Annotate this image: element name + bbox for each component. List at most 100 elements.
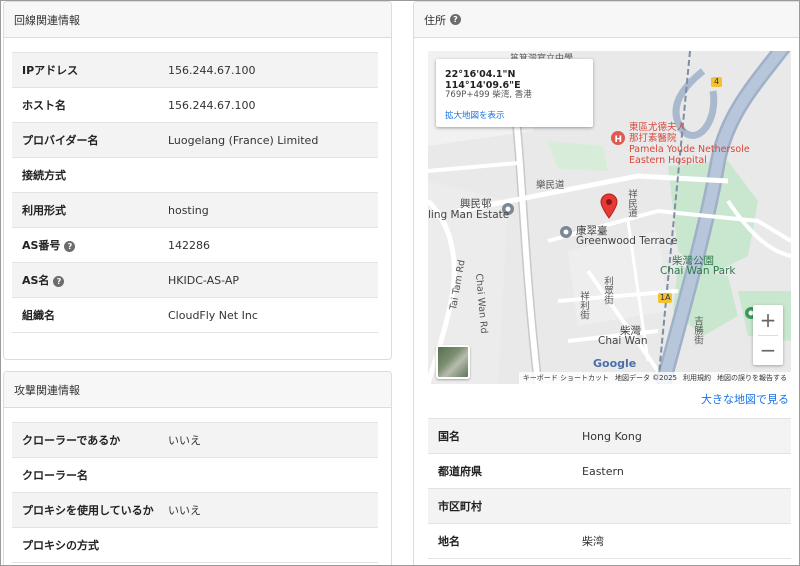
table-row: AS名? HKIDC-AS-AP xyxy=(12,262,378,298)
row-value-cell: いいえ xyxy=(168,422,378,458)
map-plus-code: 769P+499 柴湾, 香港 xyxy=(445,90,532,100)
map-info-box: 22°16'04.1"N 114°14'09.6"E 769P+499 柴湾, … xyxy=(436,59,593,127)
row-label-cell: 接続方式 xyxy=(12,157,168,193)
row-value: Luogelang (France) Limited xyxy=(168,133,319,147)
row-label: プロキシを使用しているか xyxy=(22,504,154,517)
row-value: Eastern xyxy=(582,464,624,478)
row-value-cell xyxy=(168,457,378,493)
enlarge-map-link[interactable]: 拡大地図を表示 xyxy=(445,109,505,121)
row-value-cell: Eastern xyxy=(582,453,791,489)
table-row: プロキシを使用しているか いいえ xyxy=(12,492,378,528)
terms-link[interactable]: 利用規約 xyxy=(683,373,711,383)
row-label: クローラーであるか xyxy=(22,434,121,447)
help-icon[interactable]: ? xyxy=(53,276,65,287)
table-row: IPアドレス 156.244.67.100 xyxy=(12,52,378,88)
google-logo: Google xyxy=(593,357,637,370)
zoom-out-button[interactable]: − xyxy=(753,335,783,365)
big-map-link[interactable]: 大きな地図で見る xyxy=(701,391,789,407)
attack-info-card: 攻撃関連情報 クローラーであるか いいえ クローラー名 プロキシを使用しているか いいえ… xyxy=(3,371,392,565)
address-table: 国名 Hong Kong 都道府県 Eastern 市区町村 地名 柴湾 xyxy=(428,418,791,559)
hospital-name-line3: Pamela Youde Nethersole xyxy=(629,144,750,155)
map-attribution: キーボード ショートカット 地図データ ©2025 利用規約 地図の誤りを報告す… xyxy=(518,372,791,384)
road xyxy=(510,90,541,384)
row-label-cell: クローラー名 xyxy=(12,457,168,493)
row-value: Hong Kong xyxy=(582,429,642,443)
row-value: 156.244.67.100 xyxy=(168,98,256,112)
svg-text:H: H xyxy=(615,135,623,145)
location-pin-icon[interactable] xyxy=(600,193,618,219)
zoom-control: + − xyxy=(753,305,783,365)
row-label: ホスト名 xyxy=(22,99,66,112)
row-value: 柴湾 xyxy=(582,535,604,548)
satellite-toggle-button[interactable] xyxy=(436,345,470,379)
hospital-name-line2: 那打素醫院 xyxy=(629,133,677,144)
help-icon[interactable]: ? xyxy=(450,14,461,25)
row-value-cell: hosting xyxy=(168,192,378,228)
page-frame: 回線関連情報 IPアドレス 156.244.67.100 ホスト名 156.244.6… xyxy=(0,0,800,566)
hospital-name-line4: Eastern Hospital xyxy=(629,155,707,166)
map-label-terrace-en: Greenwood Terrace xyxy=(576,235,678,247)
row-label-cell: ホスト名 xyxy=(12,87,168,123)
row-label-cell: 組織名 xyxy=(12,297,168,333)
table-row: AS番号? 142286 xyxy=(12,227,378,263)
row-label-cell: クローラーであるか xyxy=(12,422,168,458)
row-value-cell: 156.244.67.100 xyxy=(168,52,378,88)
row-label-cell: AS名? xyxy=(12,262,168,298)
table-row: 国名 Hong Kong xyxy=(428,418,791,454)
row-label-cell: プロバイダー名 xyxy=(12,122,168,158)
map-label-estate-en: ling Man Estate xyxy=(428,209,510,221)
row-label: 利用形式 xyxy=(22,204,66,217)
table-row: 組織名 CloudFly Net Inc xyxy=(12,297,378,333)
row-value-cell: いいえ xyxy=(168,492,378,528)
row-value-cell: 142286 xyxy=(168,227,378,263)
row-label-cell: AS番号? xyxy=(12,227,168,263)
address-title: 住所 xyxy=(424,13,446,27)
row-label: プロキシの方式 xyxy=(22,539,99,552)
row-label: IPアドレス xyxy=(22,64,79,77)
attack-info-header: 攻撃関連情報 xyxy=(4,372,391,408)
keyboard-shortcuts-link[interactable]: キーボード ショートカット xyxy=(523,373,609,383)
map-label-street5: 吉勝街 xyxy=(692,316,703,345)
map-label-street1: 樂民道 xyxy=(536,180,565,191)
route-4-label: 4 xyxy=(714,77,720,86)
table-row: クローラー名 xyxy=(12,457,378,493)
row-label-cell: プロキシの方式 xyxy=(12,527,168,563)
row-value-cell: Luogelang (France) Limited xyxy=(168,122,378,158)
table-row: プロキシの方式 xyxy=(12,527,378,563)
map-label-street2: 祥民道 xyxy=(626,189,637,218)
map[interactable]: H 筲箕灣官立中學 東區尤德夫人 那打素醫院 Pamela Youde Neth… xyxy=(428,51,791,384)
map-data-text: 地図データ ©2025 xyxy=(614,374,677,382)
attack-info-table: クローラーであるか いいえ クローラー名 プロキシを使用しているか いいえ プロキシの方式 xyxy=(12,422,378,563)
table-row: 都道府県 Eastern xyxy=(428,453,791,489)
attack-info-title: 攻撃関連情報 xyxy=(14,383,80,397)
line-info-card: 回線関連情報 IPアドレス 156.244.67.100 ホスト名 156.244.6… xyxy=(3,1,392,360)
help-icon[interactable]: ? xyxy=(64,241,76,252)
row-value: CloudFly Net Inc xyxy=(168,308,258,322)
row-label: クローラー名 xyxy=(22,469,88,482)
report-error-link[interactable]: 地図の誤りを報告する xyxy=(717,373,787,383)
route-1a-label: 1A xyxy=(660,293,671,302)
road xyxy=(428,161,519,173)
row-value-cell xyxy=(168,527,378,563)
table-row: 接続方式 xyxy=(12,157,378,193)
table-row: 地名 柴湾 xyxy=(428,523,791,559)
zoom-in-button[interactable]: + xyxy=(753,305,783,335)
table-row: 利用形式 hosting xyxy=(12,192,378,228)
row-value-cell: CloudFly Net Inc xyxy=(168,297,378,333)
row-label-cell: 都道府県 xyxy=(428,453,582,489)
line-info-title: 回線関連情報 xyxy=(14,13,80,27)
row-label: 都道府県 xyxy=(438,465,482,478)
line-info-header: 回線関連情報 xyxy=(4,2,391,38)
row-value: いいえ xyxy=(168,434,201,447)
table-row: 市区町村 xyxy=(428,488,791,524)
row-label-cell: 市区町村 xyxy=(428,488,582,524)
row-value-cell: HKIDC-AS-AP xyxy=(168,262,378,298)
line-info-table: IPアドレス 156.244.67.100 ホスト名 156.244.67.100 プロ… xyxy=(12,52,378,333)
map-label-chaiwan-en: Chai Wan xyxy=(598,335,648,347)
row-label-cell: プロキシを使用しているか xyxy=(12,492,168,528)
row-value-cell: Hong Kong xyxy=(582,418,791,454)
row-value-cell xyxy=(168,157,378,193)
row-label: 接続方式 xyxy=(22,169,66,182)
address-header: 住所 ? xyxy=(414,2,799,38)
hospital-name-line1: 東區尤德夫人 xyxy=(629,122,687,133)
